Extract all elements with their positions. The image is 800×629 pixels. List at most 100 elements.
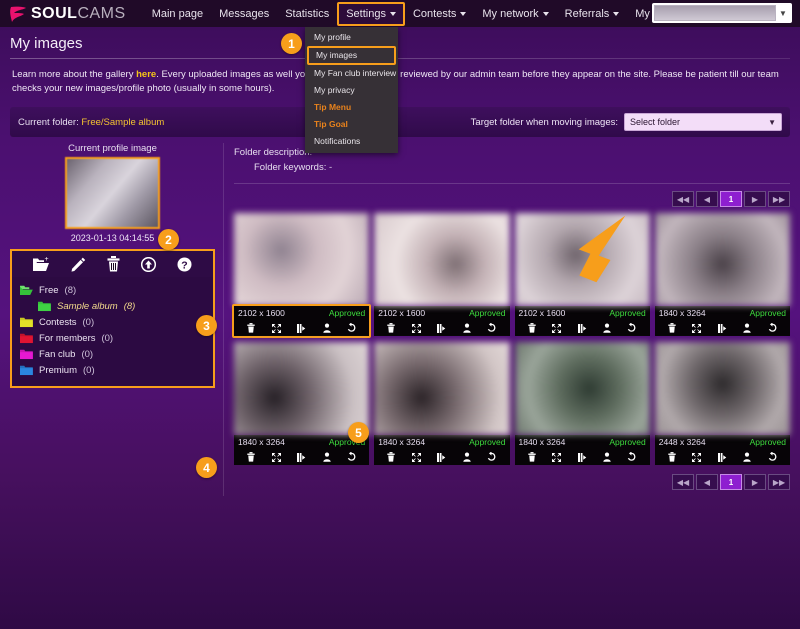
resize-icon[interactable] — [272, 324, 281, 333]
folder-item-contests[interactable]: Contests (0) — [20, 314, 205, 330]
nav-item-main-page[interactable]: Main page — [144, 1, 211, 27]
menu-item-tip-goal[interactable]: Tip Goal — [305, 116, 398, 133]
set-profile-icon[interactable] — [603, 452, 611, 462]
pagination-last-button[interactable]: ▶▶ — [768, 474, 790, 490]
trash-icon[interactable] — [668, 452, 676, 462]
image-tile[interactable]: 1840 x 3264 Approved — [515, 342, 650, 465]
rotate-icon[interactable] — [487, 323, 496, 333]
rotate-icon[interactable] — [768, 323, 777, 333]
pagination-first-button[interactable]: ◀◀ — [672, 474, 694, 490]
menu-item-tip-menu[interactable]: Tip Menu — [305, 99, 398, 116]
nav-item-settings[interactable]: Settings — [337, 2, 405, 26]
folder-item-sample-album[interactable]: Sample album (8) — [20, 298, 205, 314]
image-thumbnail[interactable] — [655, 342, 790, 435]
rotate-icon[interactable] — [347, 452, 356, 462]
gallery-help-link[interactable]: here — [136, 69, 156, 80]
move-icon[interactable] — [578, 453, 587, 462]
set-profile-icon[interactable] — [603, 323, 611, 333]
trash-icon[interactable] — [247, 452, 255, 462]
pagination-prev-button[interactable]: ◀ — [696, 474, 718, 490]
menu-item-my-images[interactable]: My images — [307, 46, 396, 65]
move-icon[interactable] — [718, 453, 727, 462]
pagination-next-button[interactable]: ▶ — [744, 474, 766, 490]
trash-icon[interactable] — [387, 323, 395, 333]
resize-icon[interactable] — [412, 453, 421, 462]
edit-pencil-icon[interactable] — [71, 257, 86, 272]
image-tile[interactable]: 1840 x 3264 Approved — [234, 342, 369, 465]
menu-item-my-profile[interactable]: My profile — [305, 29, 398, 46]
rotate-icon[interactable] — [347, 323, 356, 333]
image-thumbnail[interactable] — [234, 213, 369, 306]
trash-icon[interactable] — [528, 452, 536, 462]
callout-badge-3: 3 — [196, 315, 217, 336]
set-profile-icon[interactable] — [323, 323, 331, 333]
move-icon[interactable] — [437, 453, 446, 462]
image-tile[interactable]: 1840 x 3264 Approved — [655, 213, 790, 336]
move-icon[interactable] — [437, 324, 446, 333]
trash-icon[interactable] — [387, 452, 395, 462]
set-profile-icon[interactable] — [743, 452, 751, 462]
image-thumbnail[interactable] — [515, 342, 650, 435]
folder-item-free[interactable]: Free (8) — [20, 282, 205, 298]
pagination-first-button[interactable]: ◀◀ — [672, 191, 694, 207]
move-icon[interactable] — [297, 324, 306, 333]
image-thumbnail[interactable] — [374, 213, 509, 306]
resize-icon[interactable] — [272, 453, 281, 462]
menu-item-my-privacy[interactable]: My privacy — [305, 82, 398, 99]
resize-icon[interactable] — [412, 324, 421, 333]
set-profile-icon[interactable] — [743, 323, 751, 333]
image-tile[interactable]: 2448 x 3264 Approved — [655, 342, 790, 465]
nav-item-my-network[interactable]: My network — [474, 1, 556, 27]
account-select[interactable]: ▼ — [652, 3, 792, 23]
current-profile-image[interactable] — [65, 157, 160, 229]
nav-item-referrals[interactable]: Referrals — [557, 1, 628, 27]
image-tile[interactable]: 2102 x 1600 Approved — [234, 213, 369, 336]
folder-count: (8) — [65, 285, 77, 296]
folder-item-premium[interactable]: Premium (0) — [20, 362, 205, 378]
rotate-icon[interactable] — [627, 452, 636, 462]
move-icon[interactable] — [578, 324, 587, 333]
pagination-page-1[interactable]: 1 — [720, 191, 742, 207]
rotate-icon[interactable] — [627, 323, 636, 333]
account-select-field[interactable] — [654, 5, 776, 21]
image-thumbnail[interactable] — [374, 342, 509, 435]
logo-text-bold: SOUL — [31, 5, 77, 22]
pagination-last-button[interactable]: ▶▶ — [768, 191, 790, 207]
folder-item-for-members[interactable]: For members (0) — [20, 330, 205, 346]
trash-icon[interactable] — [107, 256, 120, 272]
resize-icon[interactable] — [552, 453, 561, 462]
nav-item-statistics[interactable]: Statistics — [277, 1, 337, 27]
upload-icon[interactable] — [141, 257, 156, 272]
trash-icon[interactable] — [247, 323, 255, 333]
trash-icon[interactable] — [528, 323, 536, 333]
menu-item-my-fan-club-interview[interactable]: My Fan club interview — [305, 65, 398, 82]
nav-item-messages[interactable]: Messages — [211, 1, 277, 27]
rotate-icon[interactable] — [768, 452, 777, 462]
image-thumbnail[interactable] — [655, 213, 790, 306]
rotate-icon[interactable] — [487, 452, 496, 462]
resize-icon[interactable] — [552, 324, 561, 333]
help-icon[interactable]: ? — [177, 257, 192, 272]
set-profile-icon[interactable] — [463, 323, 471, 333]
image-dimensions: 2102 x 1600 — [519, 308, 566, 318]
menu-item-notifications[interactable]: Notifications — [305, 133, 398, 150]
move-icon[interactable] — [297, 453, 306, 462]
folder-label: Premium — [39, 365, 77, 376]
pagination-page-1[interactable]: 1 — [720, 474, 742, 490]
pagination-next-button[interactable]: ▶ — [744, 191, 766, 207]
trash-icon[interactable] — [668, 323, 676, 333]
resize-icon[interactable] — [692, 453, 701, 462]
nav-item-contests[interactable]: Contests — [405, 1, 474, 27]
image-tile[interactable]: 2102 x 1600 Approved — [374, 213, 509, 336]
new-folder-icon[interactable]: + — [33, 257, 50, 272]
site-logo[interactable]: SOULCAMS — [8, 5, 126, 23]
resize-icon[interactable] — [692, 324, 701, 333]
set-profile-icon[interactable] — [323, 452, 331, 462]
move-icon[interactable] — [718, 324, 727, 333]
target-folder-select[interactable]: Select folder ▼ — [624, 113, 782, 131]
folder-item-fan-club[interactable]: Fan club (0) — [20, 346, 205, 362]
set-profile-icon[interactable] — [463, 452, 471, 462]
pagination-prev-button[interactable]: ◀ — [696, 191, 718, 207]
image-thumbnail[interactable] — [234, 342, 369, 435]
image-tile[interactable]: 1840 x 3264 Approved — [374, 342, 509, 465]
